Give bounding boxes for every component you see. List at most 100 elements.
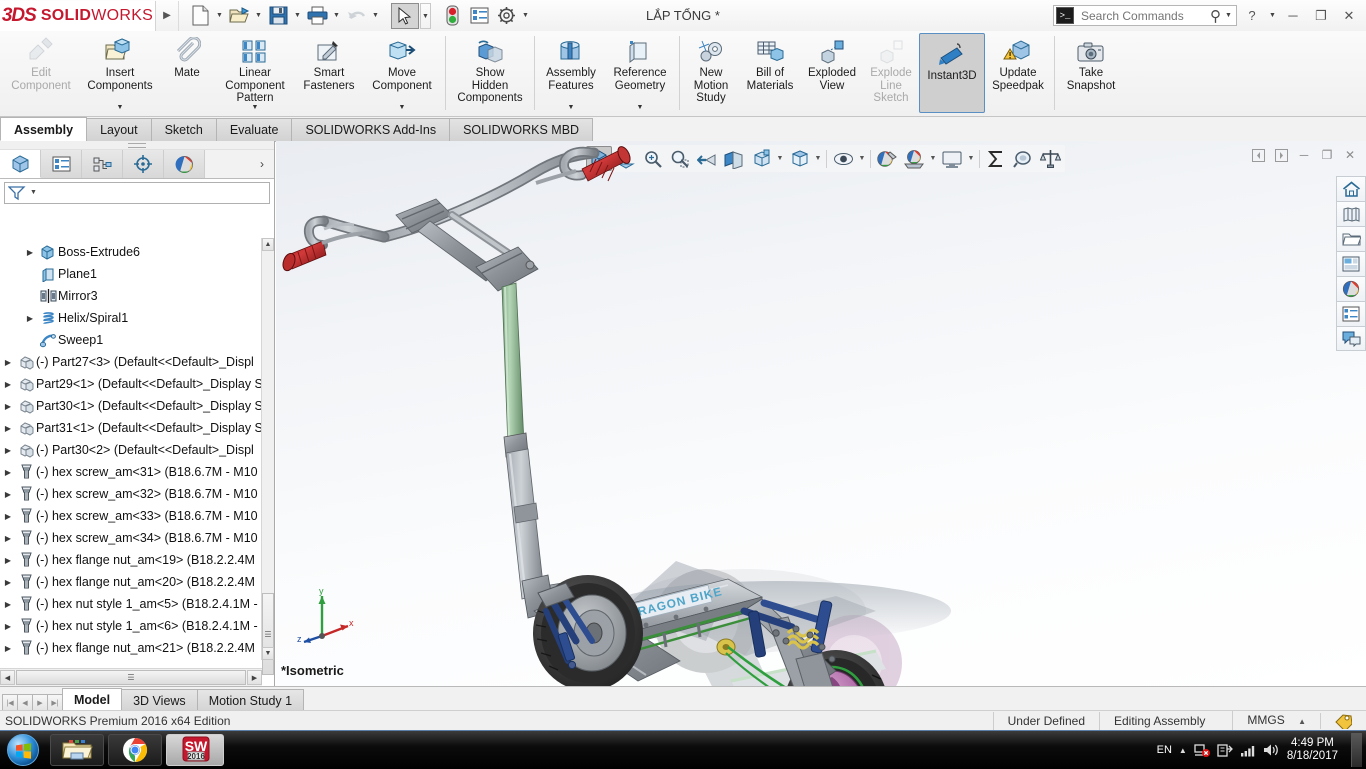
- panel-more-arrow[interactable]: ›: [250, 150, 274, 178]
- insert-components-dropdown[interactable]: ▼: [80, 104, 160, 111]
- file-explorer-icon[interactable]: [1336, 226, 1366, 251]
- tree-expand-arrow[interactable]: ▶: [0, 402, 16, 411]
- tree-horizontal-scrollbar[interactable]: ◀ ☰ ▶: [0, 668, 262, 686]
- tree-item[interactable]: ▶ (-) hex screw_am<33> (B18.6.7M - M10 :: [0, 505, 262, 527]
- ribbon-edit-component[interactable]: Edit Component: [2, 31, 80, 115]
- windows-explorer-taskbar-icon[interactable]: [50, 734, 104, 766]
- ribbon-insert-components[interactable]: Insert Components ▼: [80, 31, 160, 115]
- display-manager-tab[interactable]: [164, 150, 205, 178]
- tree-item[interactable]: ▶ (-) hex nut style 1_am<5> (B18.2.4.1M -: [0, 593, 262, 615]
- tray-expand-icon[interactable]: ▲: [1179, 746, 1187, 755]
- ribbon-mate[interactable]: Mate: [160, 31, 214, 115]
- taskbar-clock[interactable]: 4:49 PM 8/18/2017: [1287, 737, 1338, 763]
- tree-item[interactable]: ▶ (-) hex flange nut_am<20> (B18.2.2.4M: [0, 571, 262, 593]
- tree-scroll-down[interactable]: ▼: [262, 647, 274, 660]
- custom-properties-icon[interactable]: [1336, 301, 1366, 326]
- tree-expand-arrow[interactable]: ▶: [0, 578, 16, 587]
- tab-layout[interactable]: Layout: [86, 118, 152, 141]
- save-document-icon[interactable]: [265, 3, 291, 29]
- tree-item[interactable]: ▶ (-) Part30<2> (Default<<Default>_Displ: [0, 439, 262, 461]
- rebuild-icon[interactable]: [439, 3, 465, 29]
- tree-expand-arrow[interactable]: ▶: [0, 490, 16, 499]
- filter-caret[interactable]: ▼: [28, 180, 39, 206]
- ribbon-bill-of-materials[interactable]: Bill of Materials: [739, 31, 801, 115]
- bottom-tab-3d-views[interactable]: 3D Views: [121, 689, 198, 711]
- new-document-icon[interactable]: [187, 3, 213, 29]
- ribbon-new-motion-study[interactable]: New Motion Study: [683, 31, 739, 115]
- reference-geometry-dropdown[interactable]: ▼: [604, 104, 676, 111]
- property-manager-tab[interactable]: [41, 150, 82, 178]
- library-icon[interactable]: [1336, 201, 1366, 226]
- graphics-viewport[interactable]: ▼ ▼ ▼ ▼ ▼ ─ ❐ ✕ DRAGON BIKE y x z *Isome…: [276, 141, 1366, 686]
- print-document-icon[interactable]: [304, 3, 330, 29]
- units-caret[interactable]: ▲: [1298, 717, 1306, 726]
- print-document-caret[interactable]: ▼: [331, 3, 342, 29]
- help-button[interactable]: ?: [1239, 2, 1265, 30]
- tab-solidworks-mbd[interactable]: SOLIDWORKS MBD: [449, 118, 594, 141]
- open-document-icon[interactable]: [226, 3, 252, 29]
- show-desktop-button[interactable]: [1351, 733, 1362, 767]
- tree-item[interactable]: ▶ (-) hex flange nut_am<21> (B18.2.2.4M: [0, 637, 262, 659]
- tree-item[interactable]: ▶ (-) hex screw_am<32> (B18.6.7M - M10 :: [0, 483, 262, 505]
- tree-expand-arrow[interactable]: ▶: [0, 534, 16, 543]
- assembly-features-dropdown[interactable]: ▼: [538, 104, 604, 111]
- select-caret[interactable]: ▼: [420, 2, 431, 29]
- tree-expand-arrow[interactable]: ▶: [0, 622, 16, 631]
- tray-language[interactable]: EN: [1157, 744, 1172, 756]
- tree-hscroll-right[interactable]: ▶: [247, 670, 262, 685]
- tab-evaluate[interactable]: Evaluate: [215, 118, 293, 141]
- search-icon[interactable]: ⚲: [1210, 7, 1221, 25]
- tree-expand-arrow[interactable]: ▶: [0, 512, 16, 521]
- tab-assembly[interactable]: Assembly: [0, 117, 88, 141]
- select-cursor-icon[interactable]: [391, 2, 419, 29]
- status-tag-icon[interactable]: [1320, 713, 1366, 729]
- bottom-tab-model[interactable]: Model: [62, 688, 123, 711]
- appearances-icon[interactable]: [1336, 276, 1366, 301]
- tree-vertical-scrollbar[interactable]: ▲ ☰ ▼: [261, 238, 274, 675]
- search-commands-box[interactable]: >_ ⚲ ▼: [1053, 5, 1237, 26]
- tree-item[interactable]: Sweep1: [0, 329, 262, 351]
- start-button[interactable]: [0, 732, 46, 768]
- ribbon-explode-line-sketch[interactable]: Explode Line Sketch: [863, 31, 919, 115]
- tree-expand-arrow[interactable]: ▶: [0, 446, 16, 455]
- view-palette-icon[interactable]: [1336, 251, 1366, 276]
- volume-icon[interactable]: [1263, 743, 1280, 757]
- tree-item[interactable]: Plane1: [0, 263, 262, 285]
- tree-item[interactable]: ▶ Part31<1> (Default<<Default>_Display S: [0, 417, 262, 439]
- ribbon-move-component[interactable]: Move Component ▼: [362, 31, 442, 115]
- prev-tab-button[interactable]: ◀: [17, 694, 33, 711]
- tree-item[interactable]: ▶ Part29<1> (Default<<Default>_Display S: [0, 373, 262, 395]
- panel-drag-handle[interactable]: [0, 141, 274, 150]
- tree-item[interactable]: Mirror3: [0, 285, 262, 307]
- status-units[interactable]: MMGS ▲: [1232, 711, 1320, 731]
- google-chrome-taskbar-icon[interactable]: [108, 734, 162, 766]
- tree-expand-arrow[interactable]: ▶: [0, 600, 16, 609]
- ribbon-instant3d[interactable]: Instant3D: [919, 33, 985, 113]
- ribbon-exploded-view[interactable]: Exploded View: [801, 31, 863, 115]
- network-disconnected-icon[interactable]: [1194, 743, 1210, 758]
- signal-icon[interactable]: [1240, 744, 1256, 757]
- tree-scroll-thumb[interactable]: ☰: [262, 593, 274, 675]
- tree-item[interactable]: ▶ Part30<1> (Default<<Default>_Display S: [0, 395, 262, 417]
- tree-expand-arrow[interactable]: ▶: [0, 468, 16, 477]
- ribbon-assembly-features[interactable]: Assembly Features ▼: [538, 31, 604, 115]
- ribbon-reference-geometry[interactable]: Reference Geometry ▼: [604, 31, 676, 115]
- options-gear-icon[interactable]: [493, 3, 519, 29]
- feature-manager-tab[interactable]: [0, 150, 41, 178]
- undo-icon[interactable]: [343, 3, 369, 29]
- configuration-manager-tab[interactable]: [82, 150, 123, 178]
- tab-sketch[interactable]: Sketch: [150, 118, 217, 141]
- open-document-caret[interactable]: ▼: [253, 3, 264, 29]
- solidworks-taskbar-icon[interactable]: SW 2016: [166, 734, 224, 766]
- annotations-icon[interactable]: [1336, 326, 1366, 351]
- options-caret[interactable]: ▼: [520, 3, 531, 29]
- search-input[interactable]: [1079, 7, 1210, 24]
- scooter-model[interactable]: DRAGON BIKE: [276, 141, 1366, 686]
- minimize-button[interactable]: ─: [1280, 2, 1306, 30]
- tree-item[interactable]: ▶ (-) hex flange nut_am<19> (B18.2.2.4M: [0, 549, 262, 571]
- last-tab-button[interactable]: ▶|: [47, 694, 63, 711]
- next-tab-button[interactable]: ▶: [32, 694, 48, 711]
- ribbon-take-snapshot[interactable]: Take Snapshot: [1058, 31, 1124, 115]
- tree-expand-arrow[interactable]: ▶: [0, 644, 16, 653]
- tree-expand-arrow[interactable]: ▶: [0, 358, 16, 367]
